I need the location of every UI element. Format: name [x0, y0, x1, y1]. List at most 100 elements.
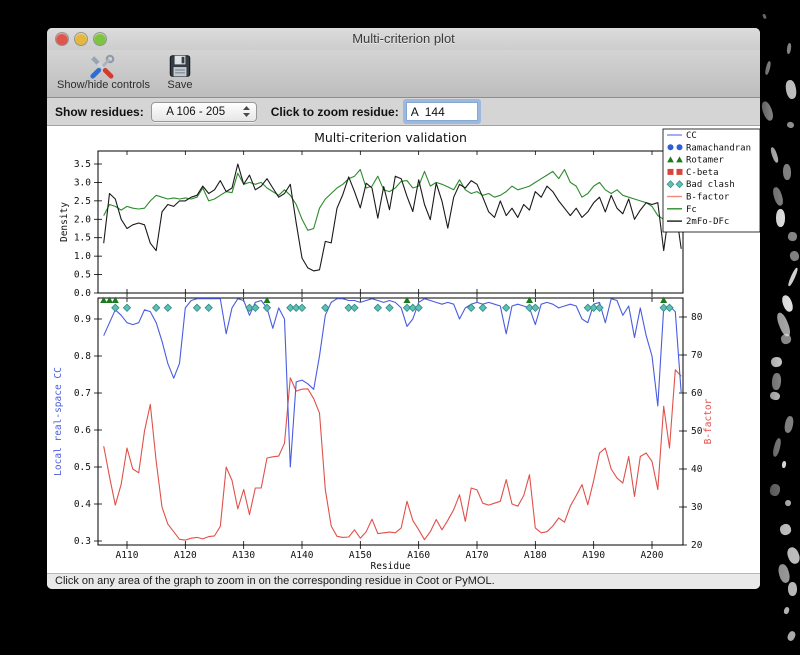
- screen-artifact: [780, 332, 793, 345]
- show-hide-controls-button[interactable]: Show/hide controls: [57, 52, 150, 91]
- screen-artifact: [762, 13, 767, 20]
- svg-text:60: 60: [691, 388, 703, 399]
- svg-text:0.4: 0.4: [74, 499, 91, 510]
- status-text: Click on any area of the graph to zoom i…: [55, 575, 495, 587]
- b-factor-axis-label: B-factor: [703, 398, 714, 444]
- cc-line: [103, 298, 682, 468]
- svg-text:A120: A120: [174, 550, 197, 561]
- svg-text:1.5: 1.5: [74, 233, 91, 244]
- screen-artifact: [774, 310, 793, 337]
- bad-clash-marker: [502, 303, 511, 312]
- titlebar[interactable]: Multi-criterion plot: [47, 28, 760, 50]
- legend-label: Fc: [686, 205, 697, 215]
- svg-text:1.0: 1.0: [74, 251, 91, 262]
- legend-label: Rotamer: [686, 156, 725, 166]
- svg-text:3.0: 3.0: [74, 177, 91, 188]
- bad-clash-marker: [531, 303, 540, 312]
- status-bar: Click on any area of the graph to zoom i…: [47, 573, 760, 589]
- screen-artifact: [782, 606, 790, 615]
- svg-text:80: 80: [691, 312, 703, 323]
- bad-clash-marker: [111, 303, 120, 312]
- screen-artifact: [783, 415, 795, 434]
- legend-label: 2mFo-DFc: [686, 217, 729, 227]
- svg-text:0.5: 0.5: [74, 270, 91, 281]
- svg-text:2.5: 2.5: [74, 196, 91, 207]
- svg-text:A180: A180: [524, 550, 547, 561]
- bad-clash-marker: [122, 303, 132, 312]
- svg-text:0.3: 0.3: [74, 536, 91, 547]
- bad-clash-marker: [665, 303, 674, 312]
- screen-artifact: [764, 61, 772, 76]
- svg-text:0.9: 0.9: [74, 314, 91, 325]
- screen-artifact: [775, 209, 786, 228]
- svg-text:0.7: 0.7: [74, 388, 91, 399]
- density-axis-label: Density: [59, 202, 70, 242]
- screen-artifact: [786, 121, 795, 130]
- svg-text:A200: A200: [641, 550, 664, 561]
- screen-artifact: [768, 483, 781, 497]
- show-residues-value: A 106 - 205: [166, 105, 226, 118]
- zoom-button[interactable]: [94, 33, 106, 45]
- density-axes: [97, 150, 684, 294]
- toolbar: Show/hide controls Save: [47, 50, 760, 98]
- bad-clash-marker: [373, 303, 382, 312]
- screen-artifact: [786, 267, 799, 287]
- bad-clash-marker: [204, 303, 213, 312]
- show-residues-select[interactable]: A 106 - 205: [150, 101, 257, 122]
- save-icon: [169, 55, 191, 77]
- bad-clash-marker: [152, 303, 161, 312]
- save-button[interactable]: Save: [166, 52, 194, 91]
- plot-legend: CC Ramachandran Rotamer C-beta Bad clash B-fa…: [662, 128, 760, 233]
- svg-text:0.0: 0.0: [74, 288, 91, 299]
- svg-text:0.8: 0.8: [74, 351, 91, 362]
- screen-artifact: [785, 545, 800, 566]
- 2mfo-dfc-line: [103, 163, 682, 272]
- screen-artifact: [785, 42, 792, 55]
- svg-text:A130: A130: [232, 550, 255, 561]
- screen-artifact: [786, 629, 797, 642]
- screen-artifact: [769, 390, 782, 402]
- svg-text:30: 30: [691, 502, 703, 513]
- tool-label: Show/hide controls: [57, 79, 150, 91]
- tool-label: Save: [167, 79, 193, 91]
- screen-artifact: [787, 231, 798, 242]
- plot-area: A110 A120 A130 A140 A150 A160 A170 A180 A190 A200…: [47, 126, 760, 573]
- svg-text:20: 20: [691, 540, 703, 551]
- screen-artifact: [784, 79, 797, 100]
- svg-text:A170: A170: [466, 550, 489, 561]
- legend-label: B-factor: [686, 193, 730, 203]
- screen-artifact: [782, 163, 792, 180]
- minimize-button[interactable]: [75, 33, 87, 45]
- plot-title: Multi-criterion validation: [314, 130, 467, 145]
- svg-text:50: 50: [691, 426, 703, 437]
- screen-artifact: [780, 293, 795, 314]
- bad-clash-marker: [251, 303, 260, 312]
- tools-icon: [90, 54, 115, 79]
- svg-text:0.6: 0.6: [74, 425, 91, 436]
- screen-artifact: [771, 372, 782, 391]
- controls-bar: Show residues: A 106 - 205 Click to zoom…: [47, 98, 760, 126]
- zoom-residue-label: Click to zoom residue:: [270, 104, 399, 119]
- screen-artifact: [760, 99, 776, 123]
- validation-plot[interactable]: A110 A120 A130 A140 A150 A160 A170 A180 A190 A200…: [47, 126, 760, 573]
- stepper-arrows-icon: [240, 106, 256, 117]
- bad-clash-marker: [350, 303, 359, 312]
- bad-clash-marker: [385, 303, 394, 312]
- svg-text:A160: A160: [407, 550, 430, 561]
- svg-text:A150: A150: [349, 550, 372, 561]
- zoom-residue-input[interactable]: [405, 102, 478, 121]
- residue-axis-label: Residue: [370, 561, 410, 572]
- legend-label: Bad clash: [686, 180, 735, 190]
- svg-text:A110: A110: [116, 550, 139, 561]
- close-button[interactable]: [56, 33, 68, 45]
- bad-clash-marker: [163, 303, 172, 312]
- svg-text:70: 70: [691, 350, 703, 361]
- fc-line: [103, 168, 682, 231]
- screen-artifact: [784, 499, 792, 507]
- legend-label: Ramachandran: [686, 143, 751, 153]
- screen-artifact: [769, 146, 780, 164]
- svg-text:0.5: 0.5: [74, 462, 91, 473]
- screen-artifact: [776, 562, 792, 584]
- bad-clash-marker: [297, 303, 307, 312]
- bad-clash-marker: [478, 303, 487, 312]
